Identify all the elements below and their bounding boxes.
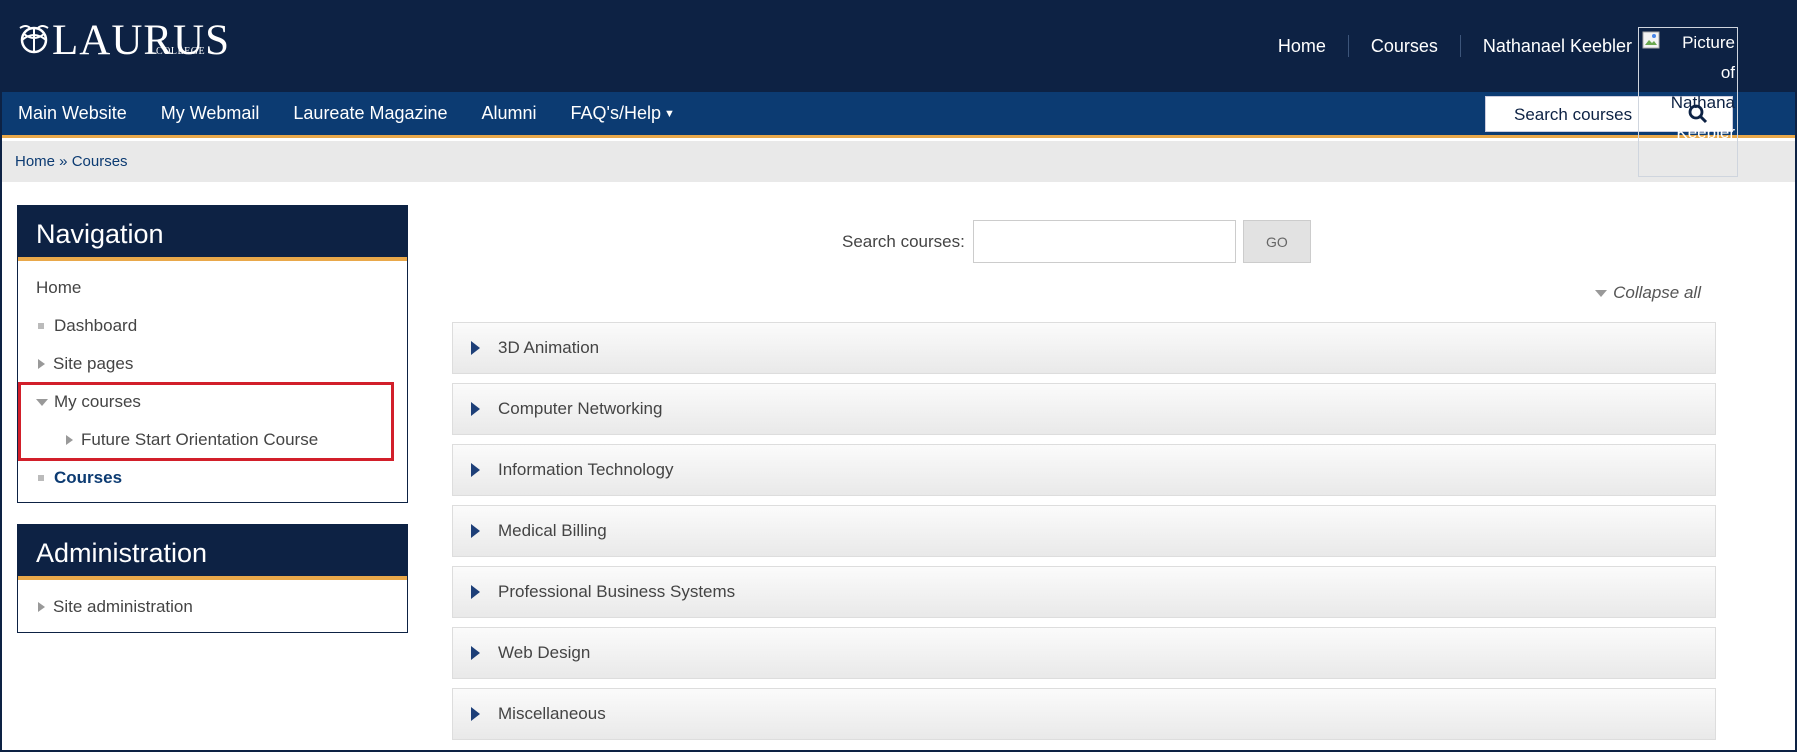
collapse-arrow-icon [1595,289,1608,297]
course-search-label: Search courses: [842,231,965,251]
course-category-list: 3D Animation Computer Networking Informa… [452,322,1716,749]
course-search-input[interactable] [972,220,1236,263]
category-label: Medical Billing [498,521,607,540]
administration-tree: Site administration [18,580,407,636]
expand-arrow-icon[interactable] [471,341,480,355]
menu-item-webmail[interactable]: My Webmail [161,103,260,124]
course-search-form: Search courses: GO [842,220,1311,263]
caret-down-icon: ▼ [664,108,675,120]
collapse-all-link[interactable]: Collapse all [1595,283,1701,303]
administration-block-title: Administration [18,525,407,580]
bullet-square-icon [38,475,44,481]
highlight-box [18,382,394,461]
avatar-alt-line: of [1720,63,1735,82]
nav-item-label: Dashboard [54,316,138,335]
nav-item-label: Site administration [53,597,193,616]
navigation-block-title: Navigation [18,206,407,261]
menu-item-faq-help[interactable]: FAQ's/Help ▼ [571,103,675,124]
nav-item-site-pages[interactable]: Site pages [18,345,407,383]
user-menu-link[interactable]: Nathanael Keebler [1461,36,1640,57]
expand-arrow-icon[interactable] [471,463,480,477]
category-label: Information Technology [498,460,674,479]
category-3d-animation[interactable]: 3D Animation [452,322,1716,374]
top-nav: Home Courses Nathanael Keebler [1256,35,1640,57]
avatar[interactable]: Picture of Nathana Keebler [1638,27,1738,177]
bullet-square-icon [38,323,44,329]
search-placeholder: Search courses [1514,105,1633,124]
nav-item-label: Courses [54,468,123,487]
category-label: Miscellaneous [498,704,606,723]
top-header: LAURUS COLLEGE Home Courses Nathanael Ke… [2,2,1795,92]
menu-item-label: FAQ's/Help [570,103,662,123]
nav-item-site-administration[interactable]: Site administration [18,588,407,626]
topnav-home-link[interactable]: Home [1256,36,1348,57]
broken-image-icon [1642,31,1660,49]
menu-item-alumni[interactable]: Alumni [482,103,537,124]
category-label: 3D Animation [498,338,600,357]
category-label: Professional Business Systems [498,582,736,601]
category-label: Web Design [498,643,591,662]
expand-arrow-icon[interactable] [471,707,480,721]
category-medical-billing[interactable]: Medical Billing [452,505,1716,557]
topnav-courses-link[interactable]: Courses [1349,36,1460,57]
expand-arrow-icon[interactable] [471,402,480,416]
avatar-alt-line: Nathana [1670,93,1735,112]
collapse-all-label: Collapse all [1613,283,1701,302]
administration-block: Administration Site administration [17,524,408,633]
category-computer-networking[interactable]: Computer Networking [452,383,1716,435]
nav-item-label: Home [36,278,82,297]
breadcrumb[interactable]: Home » Courses [2,141,1795,182]
expand-arrow-icon[interactable] [471,585,480,599]
menu-item-laureate-magazine[interactable]: Laureate Magazine [293,103,447,124]
expand-arrow-icon[interactable] [471,646,480,660]
category-web-design[interactable]: Web Design [452,627,1716,679]
main-menu-bar: Main Website My Webmail Laureate Magazin… [2,92,1795,138]
expand-arrow-icon[interactable] [38,602,45,612]
nav-item-courses[interactable]: Courses [18,459,407,497]
menu-item-main-website[interactable]: Main Website [18,103,127,124]
avatar-alt-line: Keebler [1676,123,1735,142]
category-information-technology[interactable]: Information Technology [452,444,1716,496]
nav-item-dashboard[interactable]: Dashboard [18,307,407,345]
nav-item-label: Site pages [53,354,134,373]
category-label: Computer Networking [498,399,663,418]
category-miscellaneous[interactable]: Miscellaneous [452,688,1716,740]
expand-arrow-icon[interactable] [471,524,480,538]
expand-arrow-icon[interactable] [38,359,45,369]
nav-item-home[interactable]: Home [18,269,407,307]
category-professional-business-systems[interactable]: Professional Business Systems [452,566,1716,618]
go-button[interactable]: GO [1242,220,1311,263]
page-frame: LAURUS COLLEGE Home Courses Nathanael Ke… [0,0,1797,752]
logo-subtitle: COLLEGE [156,46,206,57]
laurel-globe-icon [19,25,49,54]
